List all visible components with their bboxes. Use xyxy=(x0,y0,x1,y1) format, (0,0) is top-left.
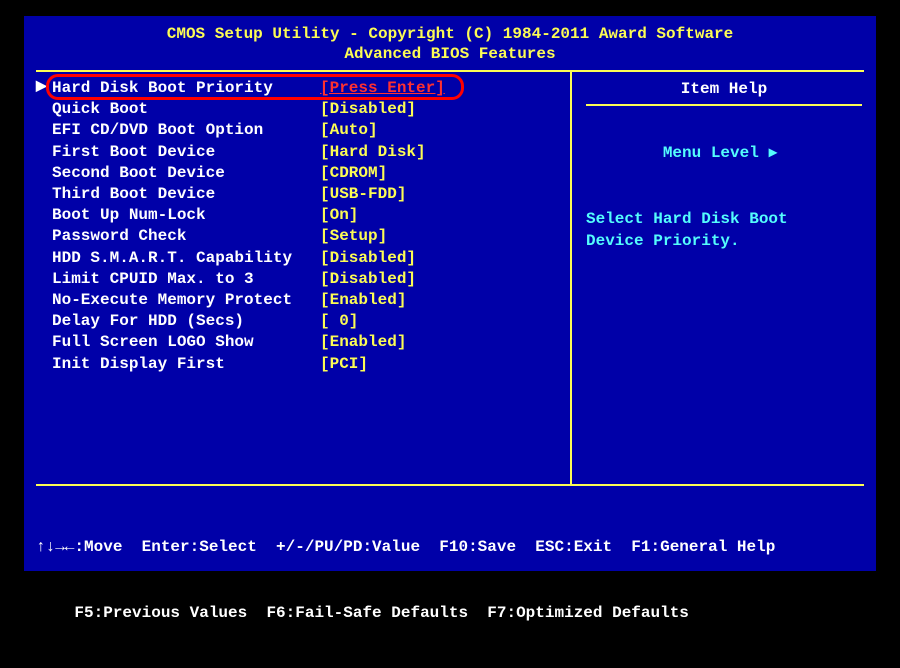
item-label: Init Display First xyxy=(52,354,320,375)
item-value: [CDROM] xyxy=(320,163,387,184)
item-value: [Disabled] xyxy=(320,99,416,120)
item-label: HDD S.M.A.R.T. Capability xyxy=(52,248,320,269)
item-label: Third Boot Device xyxy=(52,184,320,205)
bios-screen: CMOS Setup Utility - Copyright (C) 1984-… xyxy=(24,16,876,571)
item-hard-disk-boot-priority[interactable]: Hard Disk Boot Priority [Press Enter] xyxy=(24,78,570,99)
item-value: [Hard Disk] xyxy=(320,142,426,163)
settings-list[interactable]: ▶ Hard Disk Boot Priority [Press Enter] … xyxy=(24,72,572,484)
header-title-line2: Advanced BIOS Features xyxy=(24,44,876,64)
item-delay-for-hdd[interactable]: Delay For HDD (Secs) [ 0] xyxy=(24,311,570,332)
item-value: [USB-FDD] xyxy=(320,184,406,205)
item-second-boot-device[interactable]: Second Boot Device [CDROM] xyxy=(24,163,570,184)
footer-keys: ↑↓→←:Move Enter:Select +/-/PU/PD:Value F… xyxy=(24,486,876,668)
item-label: First Boot Device xyxy=(52,142,320,163)
item-label: Delay For HDD (Secs) xyxy=(52,311,320,332)
content-area: ▶ Hard Disk Boot Priority [Press Enter] … xyxy=(24,72,876,484)
menu-level: Menu Level ▸ xyxy=(586,120,862,186)
item-value: [Disabled] xyxy=(320,269,416,290)
cursor-icon: ▶ xyxy=(36,78,47,95)
item-value: [Disabled] xyxy=(320,248,416,269)
item-first-boot-device[interactable]: First Boot Device [Hard Disk] xyxy=(24,142,570,163)
item-value: [Enabled] xyxy=(320,290,406,311)
chevron-right-icon: ▸ xyxy=(769,142,777,164)
item-value: [Press Enter] xyxy=(320,78,445,99)
item-third-boot-device[interactable]: Third Boot Device [USB-FDD] xyxy=(24,184,570,205)
item-efi-cd-dvd-boot-option[interactable]: EFI CD/DVD Boot Option [Auto] xyxy=(24,120,570,141)
item-quick-boot[interactable]: Quick Boot [Disabled] xyxy=(24,99,570,120)
help-title: Item Help xyxy=(586,72,862,104)
item-label: Quick Boot xyxy=(52,99,320,120)
item-label: Full Screen LOGO Show xyxy=(52,332,320,353)
item-value: [Auto] xyxy=(320,120,378,141)
item-label: EFI CD/DVD Boot Option xyxy=(52,120,320,141)
item-label: Boot Up Num-Lock xyxy=(52,205,320,226)
item-init-display-first[interactable]: Init Display First [PCI] xyxy=(24,354,570,375)
item-value: [Setup] xyxy=(320,226,387,247)
item-label: Second Boot Device xyxy=(52,163,320,184)
item-value: [On] xyxy=(320,205,358,226)
menu-level-label: Menu Level xyxy=(663,144,759,162)
item-limit-cpuid-max[interactable]: Limit CPUID Max. to 3 [Disabled] xyxy=(24,269,570,290)
item-password-check[interactable]: Password Check [Setup] xyxy=(24,226,570,247)
help-text-line2: Device Priority. xyxy=(586,230,862,252)
help-text: Select Hard Disk Boot Device Priority. xyxy=(586,208,862,252)
item-label: Limit CPUID Max. to 3 xyxy=(52,269,320,290)
item-value: [Enabled] xyxy=(320,332,406,353)
item-label: No-Execute Memory Protect xyxy=(52,290,320,311)
item-boot-up-num-lock[interactable]: Boot Up Num-Lock [On] xyxy=(24,205,570,226)
item-value: [ 0] xyxy=(320,311,358,332)
help-pane: Item Help Menu Level ▸ Select Hard Disk B… xyxy=(572,72,876,484)
footer-line2: F5:Previous Values F6:Fail-Safe Defaults… xyxy=(36,602,864,624)
help-text-line1: Select Hard Disk Boot xyxy=(586,208,862,230)
item-no-execute-memory-protect[interactable]: No-Execute Memory Protect [Enabled] xyxy=(24,290,570,311)
help-divider xyxy=(586,104,862,106)
header-title-line1: CMOS Setup Utility - Copyright (C) 1984-… xyxy=(24,24,876,44)
header: CMOS Setup Utility - Copyright (C) 1984-… xyxy=(24,16,876,64)
footer-line1: ↑↓→←:Move Enter:Select +/-/PU/PD:Value F… xyxy=(36,536,864,558)
item-hdd-smart-capability[interactable]: HDD S.M.A.R.T. Capability [Disabled] xyxy=(24,248,570,269)
item-full-screen-logo-show[interactable]: Full Screen LOGO Show [Enabled] xyxy=(24,332,570,353)
item-label: Hard Disk Boot Priority xyxy=(52,78,320,99)
item-label: Password Check xyxy=(52,226,320,247)
item-value: [PCI] xyxy=(320,354,368,375)
